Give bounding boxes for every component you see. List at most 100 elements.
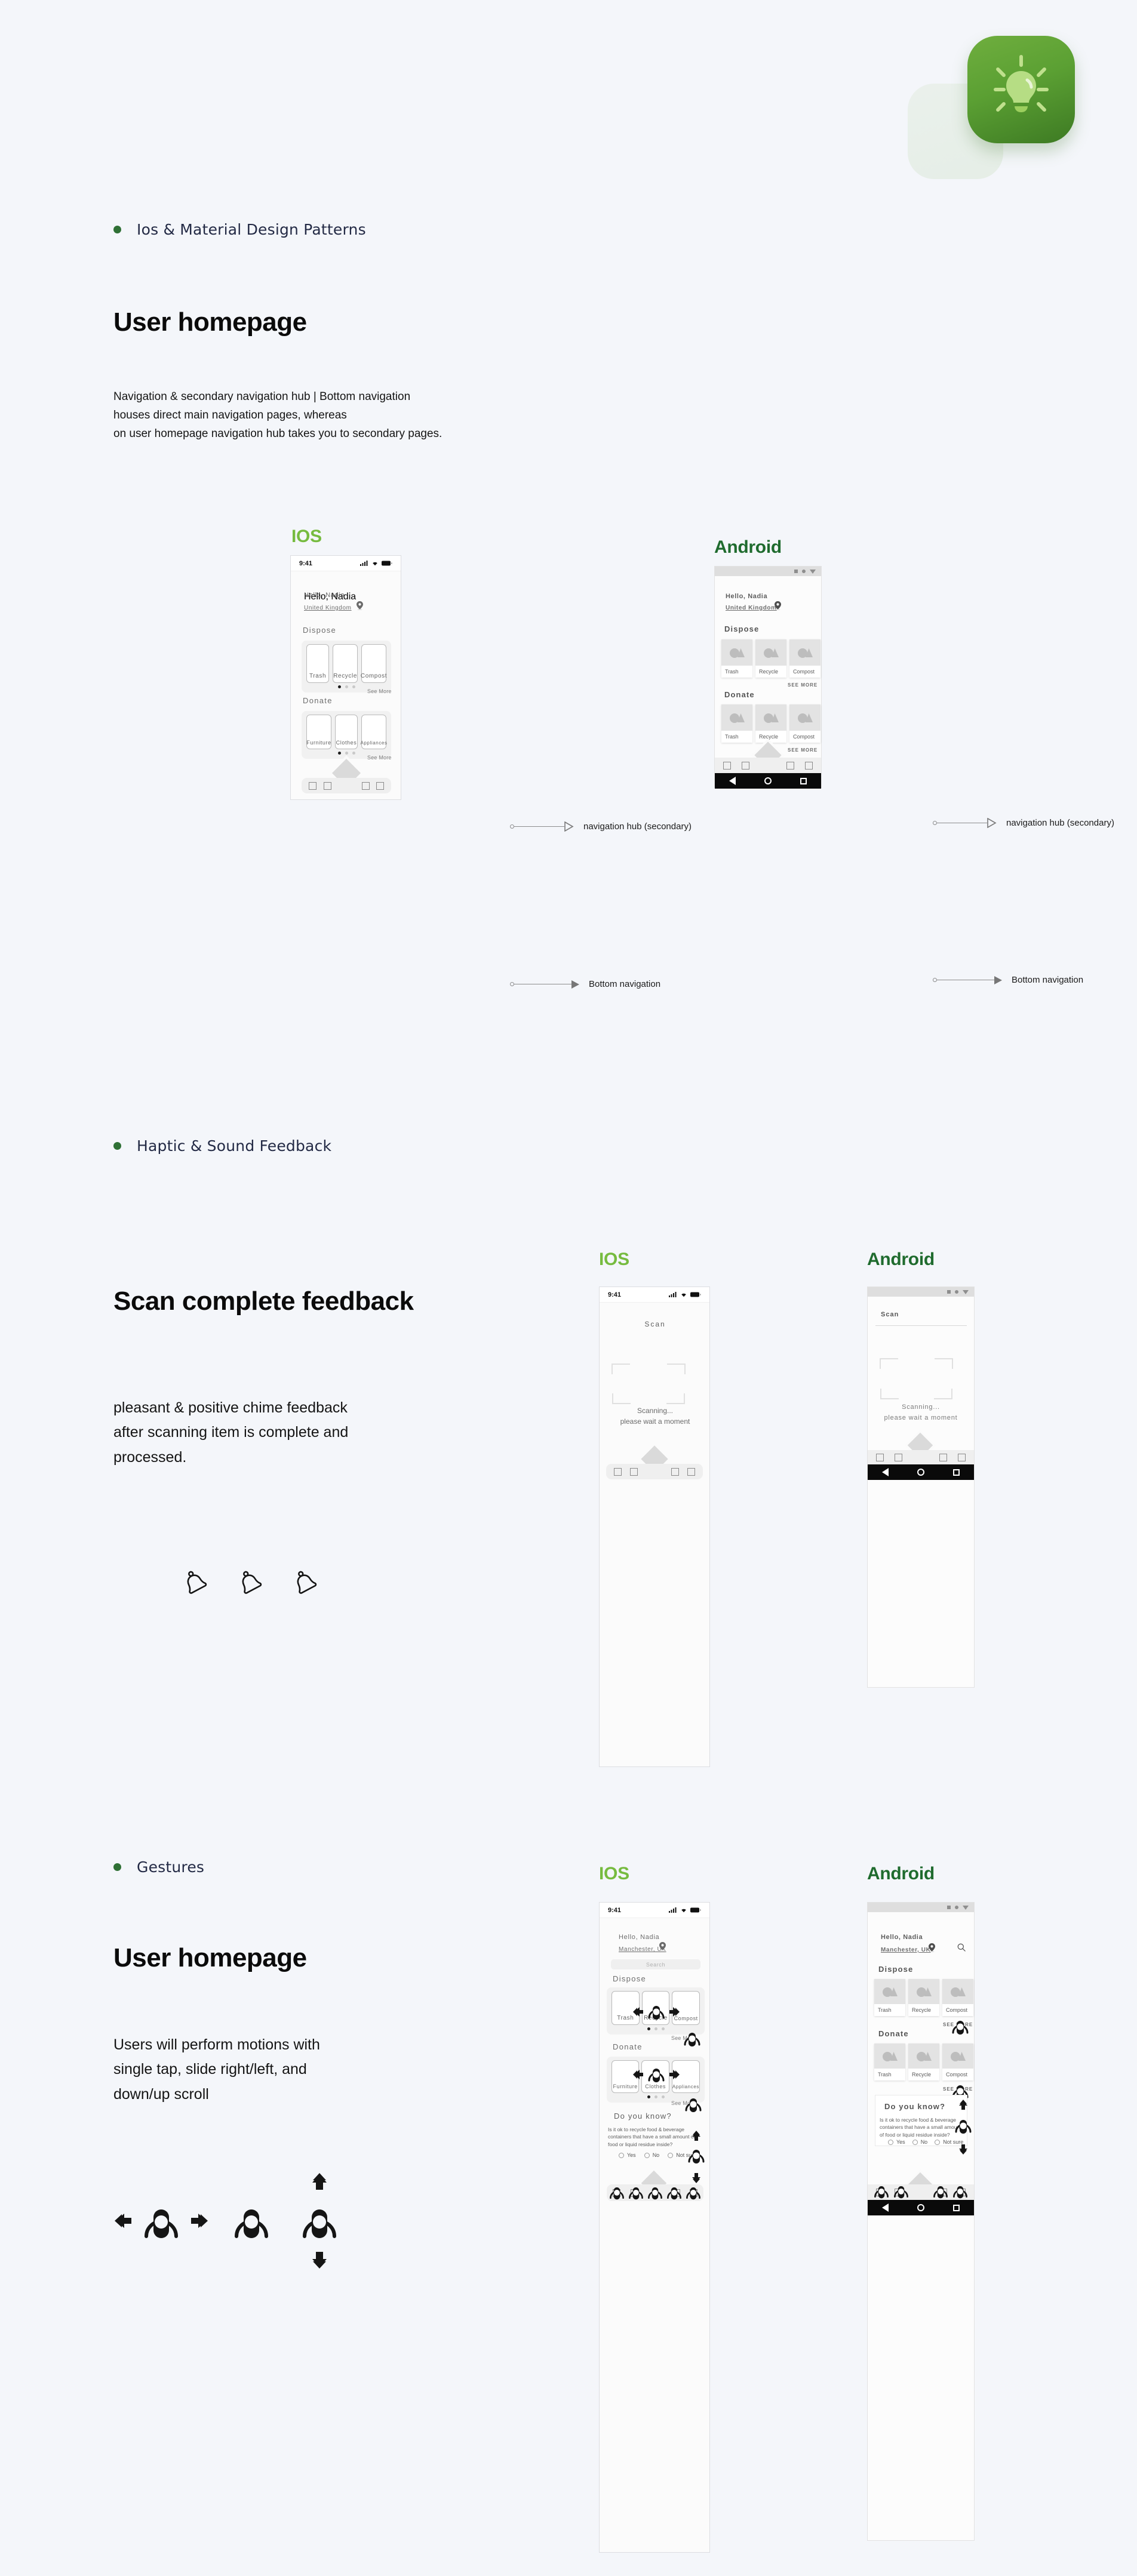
quiz-option[interactable]: No — [644, 2152, 659, 2158]
status-triangle-icon — [963, 1289, 969, 1294]
back-icon[interactable] — [882, 2203, 889, 2212]
quiz-question-android: Is it ok to recycle food & beverage cont… — [880, 2117, 961, 2138]
recents-icon[interactable] — [953, 2204, 960, 2211]
card-label: Recycle — [759, 734, 779, 740]
cellular-icon — [669, 1907, 677, 1913]
tab-item[interactable] — [671, 1467, 679, 1476]
map-pin-icon — [775, 601, 781, 610]
tab-item[interactable] — [723, 761, 731, 770]
section-bullet-nav: Ios & Material Design Patterns — [113, 221, 366, 238]
tab-item[interactable] — [939, 1453, 947, 1461]
donate-card[interactable]: Trash — [721, 704, 752, 743]
android-system-navbar[interactable] — [715, 773, 821, 789]
dispose-card[interactable]: Recycle — [333, 644, 358, 683]
card-label: Trash — [617, 2015, 634, 2021]
dispose-card[interactable]: Compost — [789, 639, 821, 678]
battery-icon — [382, 561, 392, 566]
radio-icon[interactable] — [888, 2139, 893, 2145]
bottom-tabbar-ios-2[interactable] — [606, 1464, 703, 1479]
donate-card[interactable]: Appliances — [360, 715, 387, 749]
dispose-heading-android-1: Dispose — [724, 624, 760, 633]
dispose-card[interactable]: Recycle — [755, 639, 786, 678]
tab-item[interactable] — [376, 781, 384, 790]
donate-card[interactable]: Trash — [874, 2043, 905, 2081]
ios-status-bar: 9:41 — [600, 1287, 709, 1303]
see-more-dispose-ios-1[interactable]: See More — [367, 688, 392, 694]
image-placeholder-icon — [917, 2052, 932, 2061]
home-icon[interactable] — [917, 1469, 924, 1476]
section-bullet-label: Gestures — [137, 1858, 205, 1876]
tap-icon — [894, 2186, 908, 2199]
card-label: Trash — [725, 669, 739, 675]
tab-item[interactable] — [786, 761, 794, 770]
bottom-tabbar-android-2[interactable] — [868, 1450, 974, 1464]
android-status-bar — [868, 1287, 974, 1297]
dispose-card[interactable]: Compost — [942, 1979, 973, 2016]
card-label: Recycle — [333, 673, 357, 679]
battery-icon — [690, 1907, 701, 1913]
donate-card[interactable]: Compost — [789, 704, 821, 743]
tab-item[interactable] — [630, 1467, 638, 1476]
home-icon[interactable] — [917, 2204, 924, 2211]
see-more-donate-android-1[interactable]: SEE MORE — [788, 747, 818, 753]
see-more-dispose-android-1[interactable]: SEE MORE — [788, 682, 818, 688]
radio-icon[interactable] — [619, 2152, 624, 2158]
page-title-nav: User homepage — [113, 307, 307, 337]
tab-item[interactable] — [742, 761, 749, 770]
donate-card[interactable]: Clothes — [335, 715, 358, 749]
quiz-option[interactable]: No — [912, 2139, 928, 2145]
bottom-tabbar-android-1[interactable] — [715, 758, 821, 773]
bottom-tabbar-ios-1[interactable] — [302, 778, 391, 793]
donate-carousel-ios-1[interactable]: Furniture Clothes Appliances — [302, 711, 391, 759]
tab-item[interactable] — [958, 1453, 966, 1461]
home-icon[interactable] — [764, 777, 772, 784]
dispose-card[interactable]: Recycle — [908, 1979, 939, 2016]
radio-icon[interactable] — [912, 2139, 918, 2145]
quiz-option[interactable]: Yes — [619, 2152, 636, 2158]
card-label: Trash — [878, 2072, 892, 2078]
annotation-label: navigation hub (secondary) — [1006, 818, 1114, 828]
radio-icon[interactable] — [668, 2152, 674, 2158]
quiz-option[interactable]: Yes — [888, 2139, 905, 2145]
tab-item[interactable] — [614, 1467, 622, 1476]
image-placeholder-icon — [764, 648, 779, 658]
tab-item[interactable] — [805, 761, 813, 770]
search-input[interactable]: Search — [611, 1959, 700, 1969]
tab-item[interactable] — [687, 1467, 695, 1476]
tap-icon — [235, 2209, 268, 2238]
search-icon[interactable] — [957, 1943, 966, 1952]
tab-item[interactable] — [323, 781, 331, 790]
see-more-donate-ios-1[interactable]: See More — [367, 755, 392, 761]
tab-item[interactable] — [876, 1453, 884, 1461]
location-android-link-3[interactable]: Manchester, UK — [881, 1947, 930, 1953]
donate-card[interactable]: Recycle — [908, 2043, 939, 2081]
radio-icon[interactable] — [935, 2139, 941, 2145]
tab-item[interactable] — [895, 1453, 902, 1461]
quiz-option-label: No — [920, 2139, 928, 2145]
tab-item[interactable] — [361, 781, 370, 790]
donate-card[interactable]: Compost — [942, 2043, 973, 2081]
tab-item[interactable] — [309, 781, 316, 790]
android-system-navbar[interactable] — [868, 2200, 974, 2215]
android-system-navbar[interactable] — [868, 1464, 974, 1480]
back-icon[interactable] — [729, 777, 736, 785]
dispose-card[interactable]: Compost — [361, 644, 387, 683]
donate-card[interactable]: Recycle — [755, 704, 786, 743]
recents-icon[interactable] — [800, 777, 807, 784]
recents-icon[interactable] — [953, 1469, 960, 1476]
donate-card[interactable]: Furniture — [306, 715, 331, 749]
bell-icon-row — [179, 1567, 322, 1598]
phone-android-home: Hello, Nadia United Kingdom Dispose Tras… — [714, 566, 822, 789]
gesture-icon-row — [113, 2173, 345, 2269]
location-android-link[interactable]: United Kingdom — [726, 605, 777, 611]
dispose-carousel-ios-1[interactable]: Trash Recycle Compost — [302, 641, 391, 693]
radio-icon[interactable] — [644, 2152, 650, 2158]
dispose-card[interactable]: Trash — [874, 1979, 905, 2016]
location-ios-link[interactable]: United Kingdom — [304, 605, 352, 611]
back-icon[interactable] — [882, 1468, 889, 1476]
bell-icon — [187, 1571, 207, 1594]
dispose-card[interactable]: Trash — [306, 644, 330, 683]
section-bullet-label: Haptic & Sound Feedback — [137, 1137, 332, 1155]
phone-ios-gestures: 9:41 Hello, Nadia Manchester, UK Search … — [599, 1902, 710, 2553]
dispose-card[interactable]: Trash — [721, 639, 752, 678]
